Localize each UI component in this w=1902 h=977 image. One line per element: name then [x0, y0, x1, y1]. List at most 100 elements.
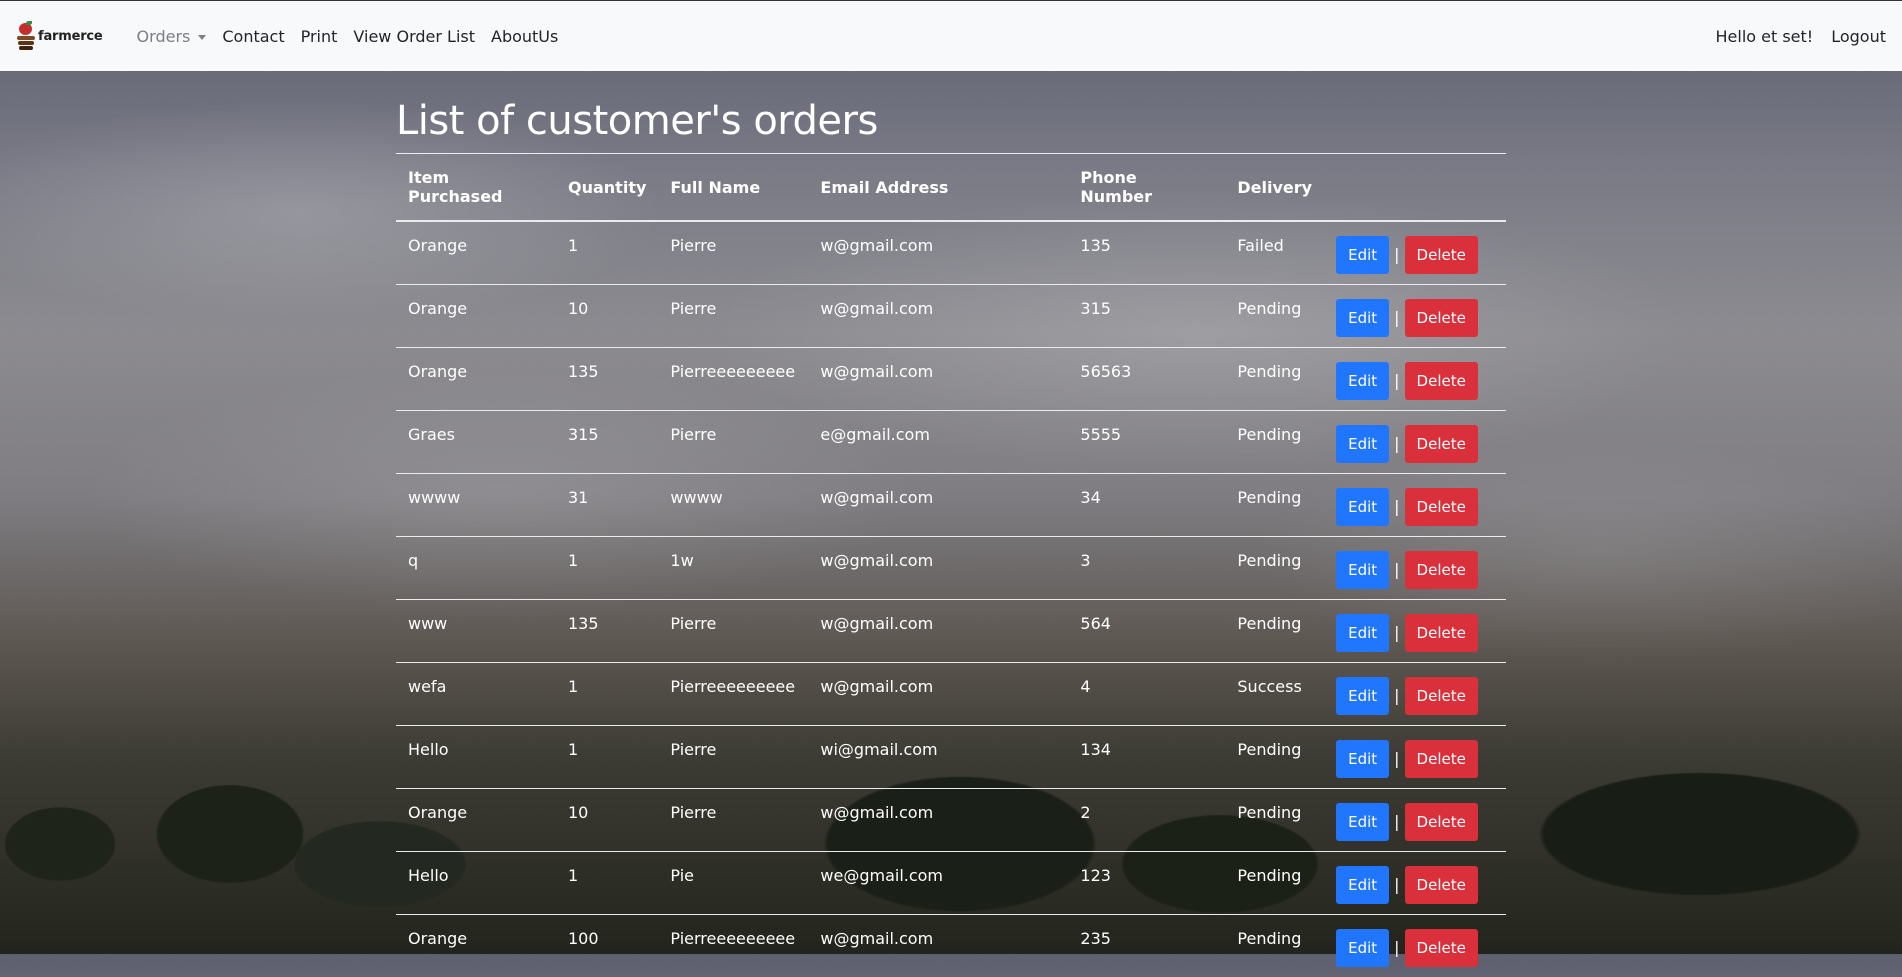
cell-quantity: 1 [556, 726, 658, 789]
edit-button[interactable]: Edit [1336, 236, 1389, 274]
cell-email-address: w@gmail.com [808, 285, 1068, 348]
cell-phone-number: 3 [1068, 537, 1225, 600]
action-separator: | [1394, 749, 1399, 768]
cell-actions: Edit|Delete [1324, 915, 1506, 977]
action-separator: | [1394, 497, 1399, 516]
cell-item-purchased: Orange [396, 348, 556, 411]
action-separator: | [1394, 686, 1399, 705]
action-separator: | [1394, 308, 1399, 327]
brand-logo[interactable]: farmerce [16, 21, 103, 51]
edit-button[interactable]: Edit [1336, 677, 1389, 715]
cell-email-address: wi@gmail.com [808, 726, 1068, 789]
cell-full-name: 1w [658, 537, 808, 600]
delete-button[interactable]: Delete [1405, 866, 1478, 904]
delete-button[interactable]: Delete [1405, 488, 1478, 526]
cell-delivery: Pending [1225, 915, 1324, 977]
cell-delivery: Pending [1225, 537, 1324, 600]
cell-phone-number: 564 [1068, 600, 1225, 663]
cell-quantity: 10 [556, 789, 658, 852]
cell-full-name: Pierreeeeeeeee [658, 915, 808, 977]
header-full-name: Full Name [658, 154, 808, 222]
cell-email-address: we@gmail.com [808, 852, 1068, 915]
cell-actions: Edit | Delete [1324, 474, 1506, 537]
edit-button[interactable]: Edit [1336, 299, 1389, 337]
caret-down-icon [198, 35, 206, 40]
delete-button[interactable]: Delete [1405, 929, 1478, 967]
delete-button[interactable]: Delete [1405, 425, 1478, 463]
edit-button[interactable]: Edit [1336, 614, 1389, 652]
nav-contact[interactable]: Contact [214, 27, 292, 46]
table-row: Orange100Pierreeeeeeeeew@gmail.com235Pen… [396, 915, 1506, 977]
cell-delivery: Pending [1225, 474, 1324, 537]
edit-button[interactable]: Edit [1336, 362, 1389, 400]
delete-button[interactable]: Delete [1405, 677, 1478, 715]
cell-item-purchased: Orange [396, 285, 556, 348]
cell-quantity: 10 [556, 285, 658, 348]
nav-print[interactable]: Print [293, 27, 346, 46]
cell-delivery: Pending [1225, 789, 1324, 852]
cell-phone-number: 34 [1068, 474, 1225, 537]
page-title: List of customer's orders [396, 97, 1506, 145]
delete-button[interactable]: Delete [1405, 236, 1478, 274]
action-separator: | [1394, 245, 1399, 264]
delete-button[interactable]: Delete [1405, 299, 1478, 337]
edit-button[interactable]: Edit [1336, 425, 1389, 463]
nav-orders-dropdown[interactable]: Orders [129, 27, 215, 46]
delete-button[interactable]: Delete [1405, 803, 1478, 841]
cell-quantity: 1 [556, 221, 658, 285]
edit-button[interactable]: Edit [1336, 740, 1389, 778]
cell-quantity: 100 [556, 915, 658, 977]
edit-button[interactable]: Edit [1336, 929, 1389, 967]
cell-delivery: Pending [1225, 726, 1324, 789]
cell-email-address: w@gmail.com [808, 789, 1068, 852]
cell-full-name: wwww [658, 474, 808, 537]
cell-email-address: e@gmail.com [808, 411, 1068, 474]
cell-full-name: Pierre [658, 789, 808, 852]
cell-quantity: 1 [556, 852, 658, 915]
nav-orders-label: Orders [137, 27, 191, 46]
cell-item-purchased: Graes [396, 411, 556, 474]
delete-button[interactable]: Delete [1405, 551, 1478, 589]
cell-quantity: 315 [556, 411, 658, 474]
table-row: Graes315Pierree@gmail.com5555PendingEdit… [396, 411, 1506, 474]
cell-phone-number: 315 [1068, 285, 1225, 348]
table-row: Orange10Pierrew@gmail.com2PendingEdit|De… [396, 789, 1506, 852]
edit-button[interactable]: Edit [1336, 488, 1389, 526]
cell-full-name: Pierreeeeeeeee [658, 348, 808, 411]
header-delivery: Delivery [1225, 154, 1324, 222]
cell-full-name: Pierreeeeeeeee [658, 663, 808, 726]
delete-button[interactable]: Delete [1405, 614, 1478, 652]
nav-view-order-list[interactable]: View Order List [345, 27, 483, 46]
delete-button[interactable]: Delete [1405, 740, 1478, 778]
cell-full-name: Pierre [658, 221, 808, 285]
cell-item-purchased: Hello [396, 852, 556, 915]
cell-actions: Edit|Delete [1324, 411, 1506, 474]
cell-actions: Edit|Delete [1324, 600, 1506, 663]
cell-phone-number: 5555 [1068, 411, 1225, 474]
nav-aboutus[interactable]: AboutUs [483, 27, 566, 46]
cell-delivery: Pending [1225, 600, 1324, 663]
cell-item-purchased: www [396, 600, 556, 663]
edit-button[interactable]: Edit [1336, 866, 1389, 904]
table-row: q11ww@gmail.com3PendingEdit|Delete [396, 537, 1506, 600]
table-row: Orange1Pierrew@gmail.com135FailedEdit|De… [396, 221, 1506, 285]
table-row: www135Pierrew@gmail.com564PendingEdit|De… [396, 600, 1506, 663]
delete-button[interactable]: Delete [1405, 362, 1478, 400]
cell-phone-number: 4 [1068, 663, 1225, 726]
user-greeting: Hello et set! [1716, 27, 1814, 46]
navbar: farmerce Orders Contact Print View Order… [0, 0, 1902, 71]
cell-quantity: 1 [556, 663, 658, 726]
logout-link[interactable]: Logout [1831, 27, 1886, 46]
action-separator: | [1394, 560, 1399, 579]
action-separator: | [1394, 371, 1399, 390]
cell-item-purchased: wwww [396, 474, 556, 537]
cell-actions: Edit | Delete [1324, 221, 1506, 285]
cell-actions: Edit | Delete [1324, 537, 1506, 600]
cell-phone-number: 235 [1068, 915, 1225, 977]
nav-links: Orders Contact Print View Order List Abo… [129, 27, 567, 46]
cell-email-address: w@gmail.com [808, 600, 1068, 663]
table-header-row: Item Purchased Quantity Full Name Email … [396, 154, 1506, 222]
edit-button[interactable]: Edit [1336, 551, 1389, 589]
edit-button[interactable]: Edit [1336, 803, 1389, 841]
cell-actions: Edit | Delete [1324, 285, 1506, 348]
